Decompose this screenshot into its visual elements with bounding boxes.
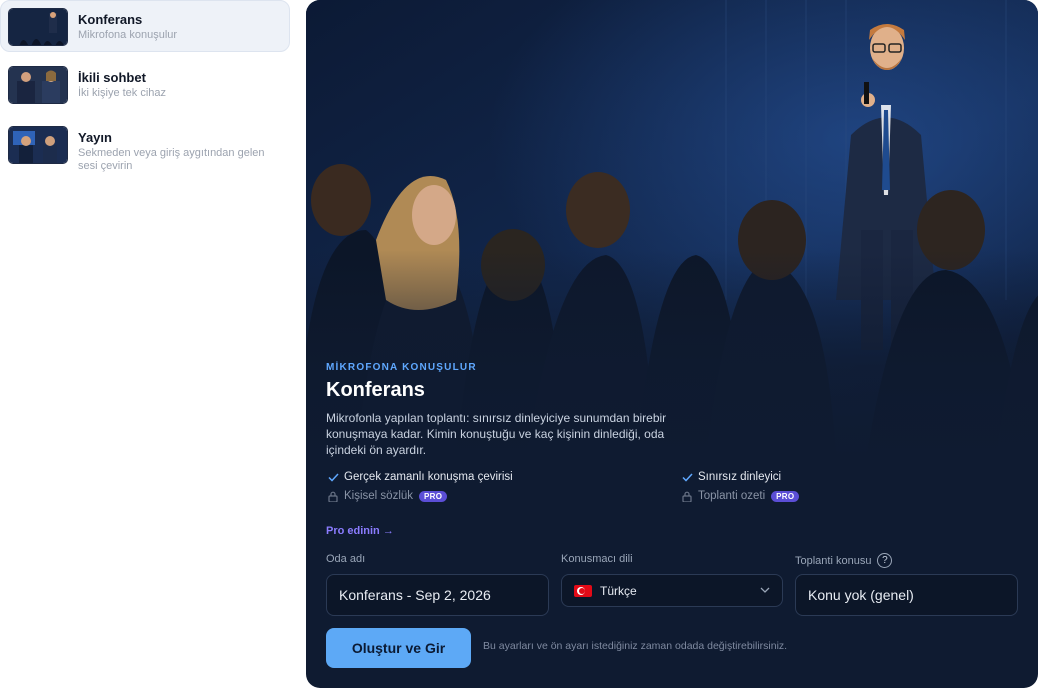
mode-title: Konferans [78,12,143,27]
help-icon[interactable]: ? [877,553,893,568]
yayin-thumbnail [8,126,68,164]
check-icon [326,472,340,482]
mode-description: Mikrofonla yapılan toplantı: sınırsız di… [326,411,667,457]
mode-item-konferans[interactable]: Konferans Mikrofona konuşulur [0,0,290,52]
topic-label: Toplanti konusu ? [795,553,893,568]
check-icon [680,472,694,482]
feature-label: Toplanti ozeti [698,490,766,502]
mode-description-block: MİKROFONA KONUŞULUR Konferans Mikrofonla… [326,362,1018,458]
create-and-join-button[interactable]: Oluştur ve Gir [326,628,471,668]
mode-title: İkili sohbet [78,70,146,85]
room-name-input[interactable]: Konferans - Sep 2, 2026 [326,574,549,616]
turkey-flag-icon [574,584,592,597]
mode-eyebrow: MİKROFONA KONUŞULUR [326,362,477,373]
feature-label: Kişisel sözlük [344,490,414,502]
feature-item: Gerçek zamanlı konuşma çevirisi [326,471,513,483]
mode-item-ikili-sohbet[interactable]: İkili sohbet İki kişiye tek cihaz [0,58,290,108]
speaker-language-value: Türkçe [600,583,637,598]
topic-value: Konu yok (genel) [808,587,914,603]
speaker-language-label: Konusmacı dili [561,553,633,565]
room-name-label: Oda adı [326,553,366,565]
mode-sidebar: Konferans Mikrofona konuşulur İkili sohb… [0,0,296,688]
get-pro-link[interactable]: Pro edinin → [326,525,394,537]
mode-detail-card: MİKROFONA KONUŞULUR Konferans Mikrofonla… [306,0,1038,688]
konferans-thumbnail [8,8,68,46]
lock-icon [680,491,694,502]
lock-icon [326,491,340,502]
mode-subtitle: İki kişiye tek cihaz [78,87,167,99]
feature-item-locked: Toplanti ozeti PRO [680,490,800,502]
mode-title: Yayın [78,130,112,145]
chevron-down-icon [760,585,770,596]
speaker-language-select[interactable]: Türkçe [561,574,783,607]
room-name-value: Konferans - Sep 2, 2026 [339,587,491,603]
topic-input[interactable]: Konu yok (genel) [795,574,1018,616]
settings-hint: Bu ayarları ve ön ayarı istediğiniz zama… [483,640,788,652]
mode-item-yayin[interactable]: Yayın Sekmeden veya giriş aygıtından gel… [0,118,290,176]
ikili-sohbet-thumbnail [8,66,68,104]
feature-label: Sınırsız dinleyici [698,471,782,483]
feature-label: Gerçek zamanlı konuşma çevirisi [344,471,513,483]
pro-badge: PRO [419,490,448,502]
mode-title-heading: Konferans [326,379,425,401]
feature-item: Sınırsız dinleyici [680,471,781,483]
mode-subtitle: Sekmeden veya giriş aygıtından gelen ses… [78,147,265,172]
feature-item-locked: Kişisel sözlük PRO [326,490,448,502]
pro-badge: PRO [771,490,800,502]
mode-subtitle: Mikrofona konuşulur [78,29,178,41]
